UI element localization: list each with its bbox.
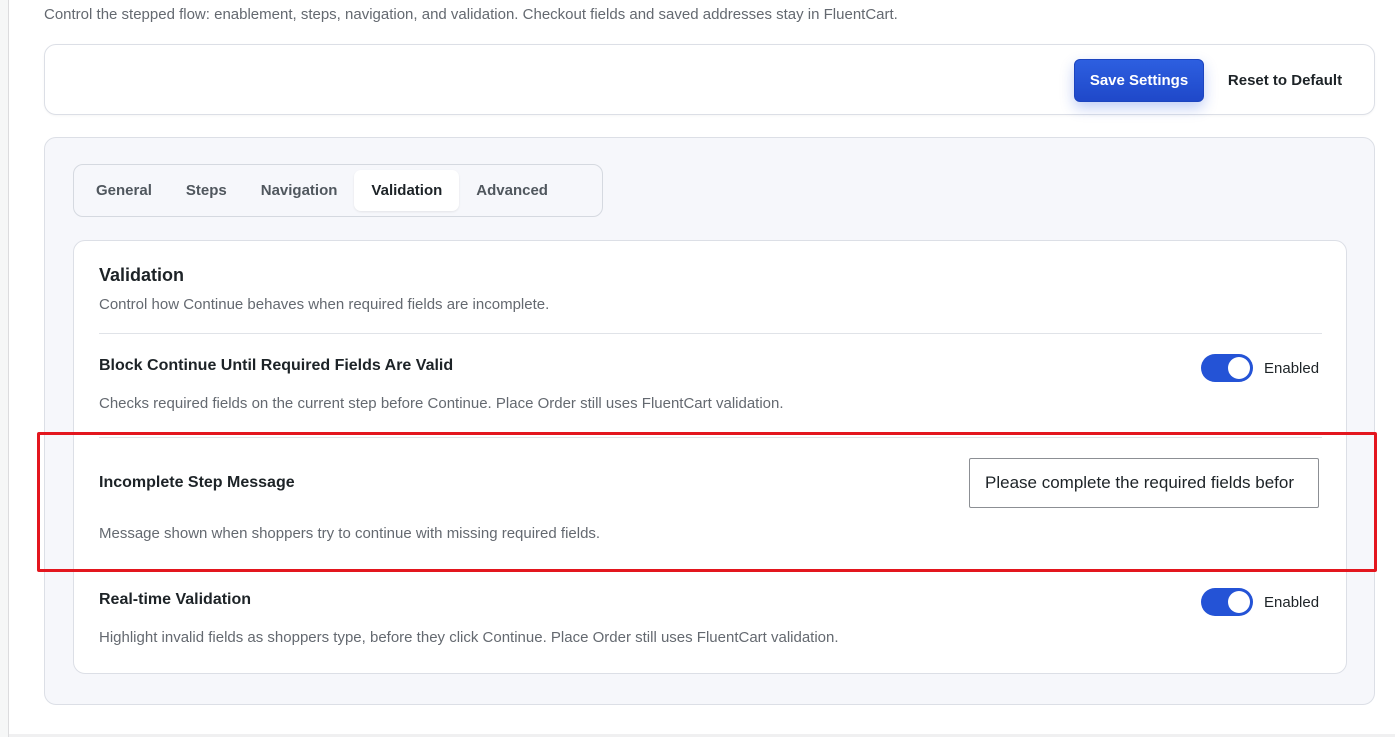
- page-intro-text: Control the stepped flow: enablement, st…: [44, 6, 898, 23]
- realtime-validation-description: Highlight invalid fields as shoppers typ…: [99, 629, 839, 646]
- tab-navigation[interactable]: Navigation: [244, 170, 355, 211]
- divider: [99, 333, 1322, 334]
- settings-page: Control the stepped flow: enablement, st…: [9, 0, 1395, 737]
- save-settings-button[interactable]: Save Settings: [1074, 59, 1204, 102]
- realtime-toggle-group: Enabled: [1201, 588, 1319, 616]
- tab-advanced[interactable]: Advanced: [459, 170, 565, 211]
- validation-panel: Validation Control how Continue behaves …: [73, 240, 1347, 674]
- block-continue-title: Block Continue Until Required Fields Are…: [99, 357, 454, 374]
- block-continue-toggle-label: Enabled: [1264, 359, 1320, 377]
- realtime-toggle-label: Enabled: [1264, 593, 1320, 611]
- admin-sidebar-edge: [0, 0, 9, 737]
- incomplete-message-input[interactable]: Please complete the required fields befo…: [969, 458, 1319, 508]
- settings-card: General Steps Navigation Validation Adva…: [44, 137, 1375, 705]
- toggle-knob: [1228, 357, 1250, 379]
- block-continue-description: Checks required fields on the current st…: [99, 395, 784, 412]
- panel-subtitle: Control how Continue behaves when requir…: [99, 296, 550, 313]
- realtime-validation-title: Real-time Validation: [99, 591, 252, 608]
- incomplete-message-description: Message shown when shoppers try to conti…: [99, 525, 601, 542]
- realtime-validation-toggle[interactable]: [1201, 588, 1253, 616]
- tab-validation[interactable]: Validation: [354, 170, 460, 211]
- panel-title: Validation: [99, 265, 185, 285]
- tab-general[interactable]: General: [79, 170, 169, 211]
- block-continue-toggle[interactable]: [1201, 354, 1253, 382]
- block-continue-toggle-group: Enabled: [1201, 354, 1319, 382]
- divider: [99, 437, 1322, 438]
- incomplete-message-title: Incomplete Step Message: [99, 474, 295, 491]
- reset-to-default-button[interactable]: Reset to Default: [1215, 59, 1355, 102]
- actions-bar: Save Settings Reset to Default: [44, 44, 1375, 115]
- toggle-knob: [1228, 591, 1250, 613]
- settings-tabs: General Steps Navigation Validation Adva…: [73, 164, 603, 217]
- tab-steps[interactable]: Steps: [169, 170, 244, 211]
